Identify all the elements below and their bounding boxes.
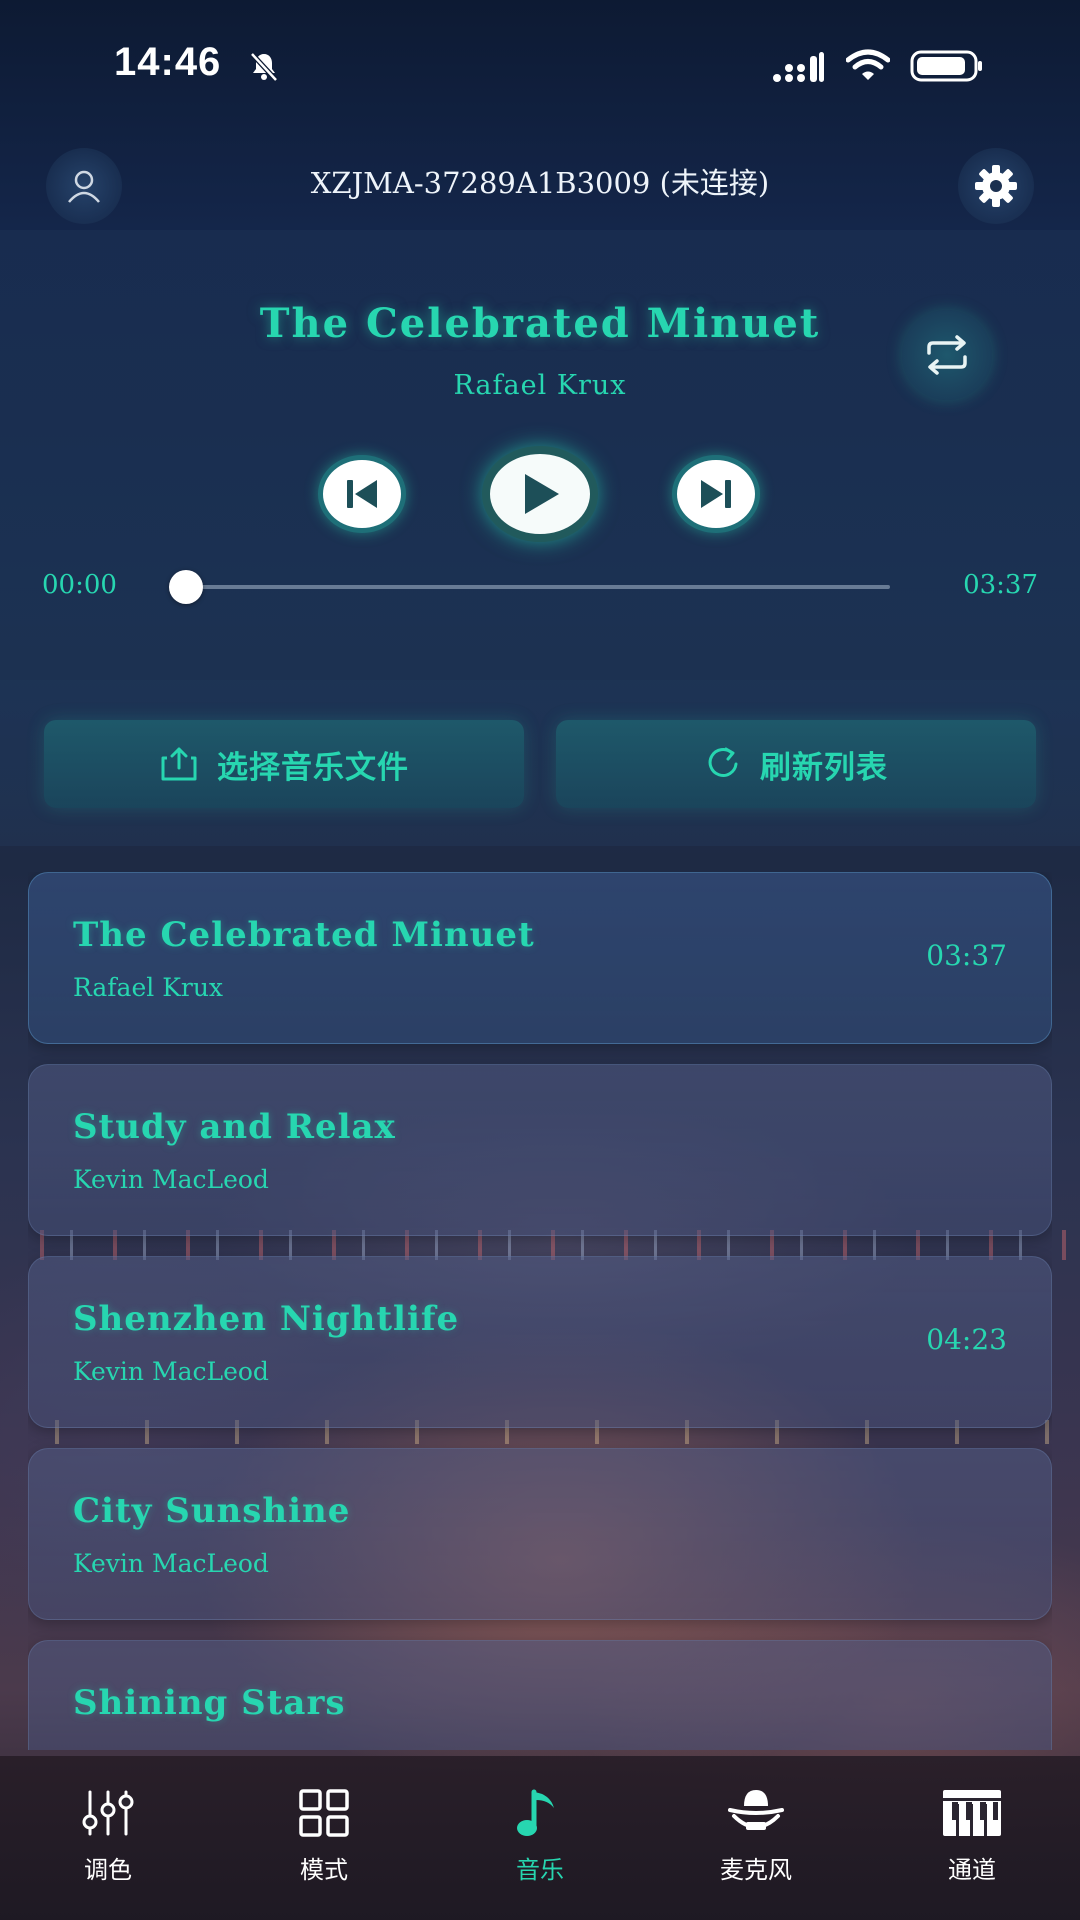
- status-bar: 14:46: [0, 0, 1080, 130]
- song-title: Shining Stars: [73, 1683, 346, 1723]
- action-bar: 选择音乐文件 刷新列表: [0, 680, 1080, 846]
- song-list-item[interactable]: City Sunshine Kevin MacLeod: [28, 1448, 1052, 1620]
- song-title: City Sunshine: [73, 1491, 351, 1531]
- song-artist: Kevin MacLeod: [73, 1357, 269, 1386]
- select-music-file-button[interactable]: 选择音乐文件: [44, 720, 524, 808]
- select-music-file-label: 选择音乐文件: [217, 749, 409, 786]
- refresh-list-label: 刷新列表: [760, 749, 888, 786]
- play-icon: [525, 474, 559, 514]
- cellular-signal-icon: [773, 52, 824, 82]
- device-title: XZJMA-37289A1B3009 (未连接): [310, 166, 770, 200]
- song-title: The Celebrated Minuet: [73, 915, 535, 955]
- tab-channel[interactable]: 通道: [864, 1756, 1080, 1920]
- header-bar: XZJMA-37289A1B3009 (未连接): [0, 130, 1080, 230]
- song-list[interactable]: The Celebrated Minuet Rafael Krux 03:37 …: [28, 872, 1052, 1750]
- status-time: 14:46: [114, 40, 222, 84]
- tab-label: 麦克风: [720, 1856, 792, 1884]
- upload-icon: [161, 747, 197, 781]
- tab-label: 通道: [948, 1856, 996, 1884]
- repeat-mode-button[interactable]: [902, 310, 992, 400]
- play-button[interactable]: [482, 446, 598, 542]
- music-note-icon: [508, 1786, 572, 1840]
- song-duration: 04:23: [926, 1323, 1007, 1356]
- song-list-item[interactable]: Study and Relax Kevin MacLeod: [28, 1064, 1052, 1236]
- tab-label: 模式: [300, 1856, 348, 1884]
- settings-button[interactable]: [958, 148, 1034, 224]
- microphone-icon: [724, 1786, 788, 1840]
- elapsed-time: 00:00: [42, 570, 117, 600]
- progress-slider-knob[interactable]: [169, 570, 203, 604]
- song-artist: Kevin MacLeod: [73, 1165, 269, 1194]
- gear-icon: [975, 165, 1017, 207]
- song-artist: Kevin MacLeod: [73, 1549, 269, 1578]
- tab-music[interactable]: 音乐: [432, 1756, 648, 1920]
- song-title: Shenzhen Nightlife: [73, 1299, 460, 1339]
- tab-label: 音乐: [516, 1856, 564, 1884]
- previous-track-button[interactable]: [318, 455, 406, 533]
- wifi-icon: [846, 49, 890, 80]
- battery-icon: [910, 50, 982, 82]
- grid-icon: [292, 1786, 356, 1840]
- repeat-icon: [927, 335, 967, 375]
- song-list-item[interactable]: Shining Stars: [28, 1640, 1052, 1750]
- tab-label: 调色: [84, 1856, 132, 1884]
- refresh-list-button[interactable]: 刷新列表: [556, 720, 1036, 808]
- bell-muted-icon: [250, 52, 278, 82]
- tab-mode[interactable]: 模式: [216, 1756, 432, 1920]
- skip-previous-icon: [347, 480, 377, 508]
- progress-slider-track[interactable]: [186, 585, 890, 589]
- skip-next-icon: [701, 480, 731, 508]
- song-artist: Rafael Krux: [73, 973, 224, 1002]
- song-title: Study and Relax: [73, 1107, 396, 1147]
- song-duration: 03:37: [926, 939, 1007, 972]
- song-list-item[interactable]: The Celebrated Minuet Rafael Krux 03:37: [28, 872, 1052, 1044]
- sliders-icon: [76, 1786, 140, 1840]
- next-track-button[interactable]: [672, 455, 760, 533]
- piano-keys-icon: [940, 1786, 1004, 1840]
- tab-color-adjust[interactable]: 调色: [0, 1756, 216, 1920]
- refresh-icon: [708, 747, 738, 777]
- song-list-item[interactable]: Shenzhen Nightlife Kevin MacLeod 04:23: [28, 1256, 1052, 1428]
- tab-microphone[interactable]: 麦克风: [648, 1756, 864, 1920]
- player-panel: The Celebrated Minuet Rafael Krux 00:00 …: [0, 230, 1080, 680]
- total-time: 03:37: [963, 570, 1038, 600]
- bottom-tab-bar: 调色 模式 音乐 麦克风 通道: [0, 1756, 1080, 1920]
